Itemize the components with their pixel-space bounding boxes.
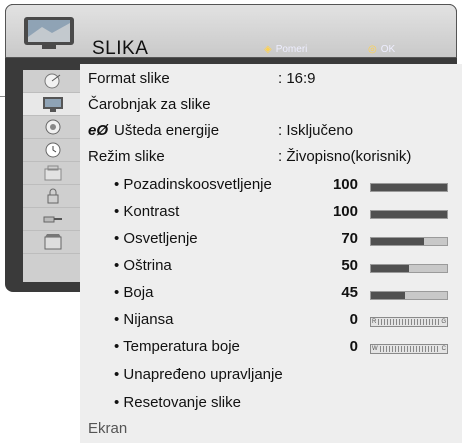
- audio-icon: [45, 119, 61, 135]
- sharpness-value: 50: [341, 257, 358, 274]
- menu-title: SLIKA: [92, 38, 149, 59]
- menu-item-advanced[interactable]: • Unapređeno upravljanje: [114, 366, 283, 383]
- menu-item-energy[interactable]: eØ Ušteda energije: [88, 122, 219, 139]
- color-temp-value: 0: [349, 338, 358, 355]
- menu-item-brightness[interactable]: • Osvetljenje: [114, 230, 198, 247]
- menu-item-tint[interactable]: • Nijansa: [114, 311, 173, 328]
- color-slider[interactable]: [370, 291, 448, 300]
- brightness-slider[interactable]: [370, 237, 448, 246]
- energy-saving-icon: eØ: [88, 122, 109, 139]
- format-value: : 16:9: [278, 70, 316, 87]
- tint-value: 0: [349, 311, 358, 328]
- hint-move: ◈ Pomeri: [264, 44, 308, 55]
- backlight-slider[interactable]: [370, 183, 448, 192]
- tint-slider[interactable]: RG: [370, 317, 448, 327]
- sidebar-item-media[interactable]: [23, 231, 83, 254]
- tv-picture-icon: [24, 17, 74, 49]
- menu-item-sharpness[interactable]: • Oštrina: [114, 257, 172, 274]
- sidebar-item-audio[interactable]: [23, 116, 83, 139]
- media-icon: [44, 234, 62, 250]
- hint-ok: ◎ OK: [368, 44, 396, 55]
- sidebar-item-option[interactable]: [23, 185, 83, 208]
- tv-picture-icon: [43, 97, 63, 112]
- color-value: 45: [341, 284, 358, 301]
- satellite-dish-icon: [44, 73, 61, 89]
- picture-menu-panel: [80, 64, 462, 443]
- sidebar-item-picture[interactable]: [23, 93, 83, 116]
- menu-item-picture-mode[interactable]: Režim slike: [88, 148, 165, 165]
- menu-item-reset[interactable]: • Resetovanje slike: [114, 394, 241, 411]
- picture-mode-value: : Živopisno(korisnik): [278, 148, 412, 165]
- color-temp-slider[interactable]: WC: [370, 344, 448, 354]
- menu-item-contrast[interactable]: • Kontrast: [114, 203, 179, 220]
- contrast-slider[interactable]: [370, 210, 448, 219]
- menu-item-color[interactable]: • Boja: [114, 284, 153, 301]
- dpad-icon: ◈: [264, 44, 272, 55]
- menu-item-format[interactable]: Format slike: [88, 70, 170, 87]
- input-cable-icon: [43, 216, 62, 223]
- menu-item-screen[interactable]: Ekran: [88, 420, 127, 437]
- sidebar-item-input[interactable]: [23, 208, 83, 231]
- sidebar-item-channels[interactable]: [23, 70, 83, 93]
- lock-settings-icon: [44, 165, 62, 181]
- sidebar-item-time[interactable]: [23, 139, 83, 162]
- menu-item-backlight[interactable]: • Pozadinskoosvetljenje: [114, 176, 272, 193]
- sharpness-slider[interactable]: [370, 264, 448, 273]
- padlock-icon: [47, 188, 59, 204]
- energy-value: : Isključeno: [278, 122, 354, 139]
- menu-item-wizard[interactable]: Čarobnjak za slike: [88, 96, 211, 113]
- contrast-value: 100: [332, 203, 358, 220]
- menu-item-color-temp[interactable]: • Temperatura boje: [114, 338, 240, 355]
- brightness-value: 70: [341, 230, 358, 247]
- sidebar-item-lock[interactable]: [23, 162, 83, 185]
- clock-icon: [45, 142, 61, 158]
- ok-icon: ◎: [368, 44, 377, 55]
- backlight-value: 100: [332, 176, 358, 193]
